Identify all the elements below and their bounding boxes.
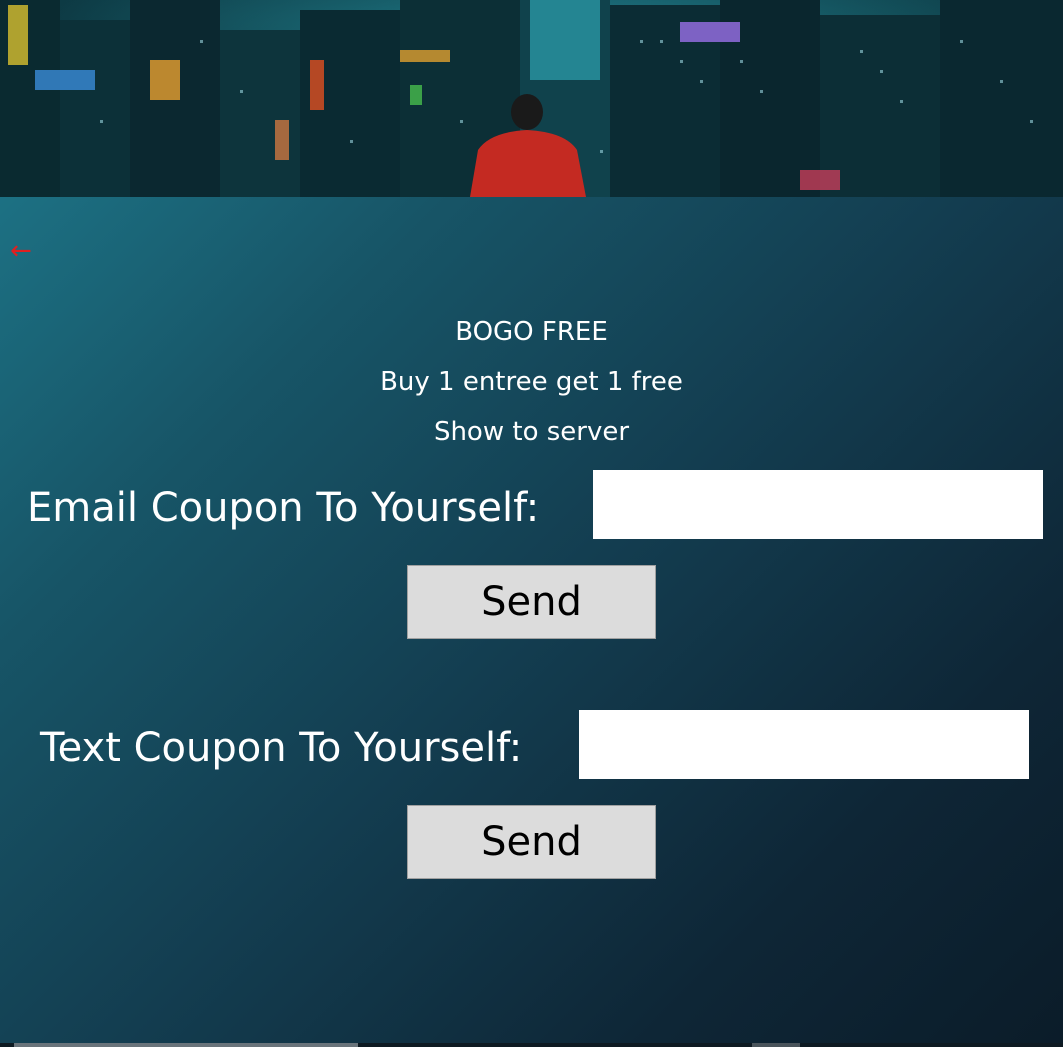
coupon-page: ← BOGO FREE Buy 1 entree get 1 free Show… xyxy=(0,0,1063,1047)
send-text-button[interactable]: Send xyxy=(407,805,656,879)
send-email-button[interactable]: Send xyxy=(407,565,656,639)
text-coupon-label: Text Coupon To Yourself: xyxy=(40,725,523,771)
scrollbar-segment xyxy=(752,1043,800,1047)
coupon-description: Buy 1 entree get 1 free xyxy=(380,367,683,397)
email-coupon-label: Email Coupon To Yourself: xyxy=(27,485,540,531)
coupon-title: BOGO FREE xyxy=(455,317,608,347)
coupon-note: Show to server xyxy=(433,417,630,447)
banner-image xyxy=(0,0,1063,197)
back-arrow-icon[interactable]: ← xyxy=(10,236,32,266)
scrollbar-thumb[interactable] xyxy=(14,1043,358,1047)
phone-field[interactable] xyxy=(579,710,1029,779)
city-skyline-illustration xyxy=(0,0,1063,197)
email-field[interactable] xyxy=(593,470,1043,539)
horizontal-scrollbar[interactable] xyxy=(0,1043,1063,1047)
